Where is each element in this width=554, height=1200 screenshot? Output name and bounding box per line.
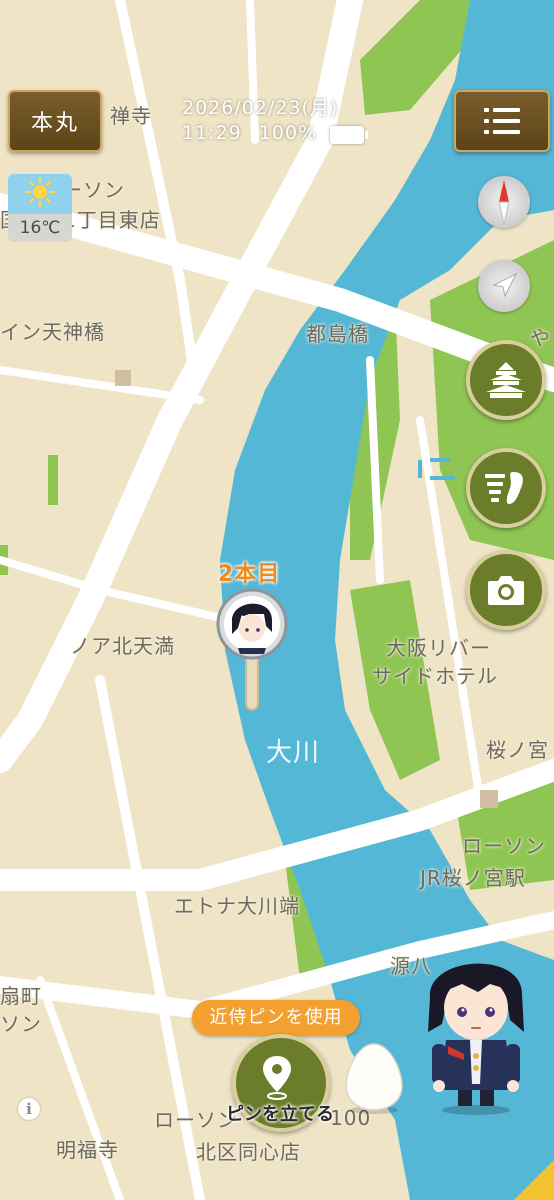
set-pin-label: ピンを立てる: [226, 1104, 334, 1125]
honmaru-button[interactable]: 本丸: [8, 90, 102, 152]
corner-arrow-icon[interactable]: [510, 1160, 554, 1200]
map-label: JR桜ノ宮駅: [420, 866, 526, 890]
status-date: 2026/02/23(月): [182, 97, 339, 119]
menu-button[interactable]: [454, 90, 550, 152]
map-label: 扇町: [0, 984, 42, 1008]
castle-button[interactable]: [466, 340, 546, 420]
scroll-button[interactable]: [466, 448, 546, 528]
scroll-icon: [485, 472, 523, 504]
kinji-character[interactable]: [418, 944, 534, 1116]
status-clock: 11:29: [182, 122, 242, 144]
egg-icon[interactable]: [342, 1040, 406, 1116]
map-label: 大阪リバー: [386, 636, 491, 660]
temperature-label: 16℃: [8, 214, 72, 242]
castle-icon: [486, 362, 526, 398]
info-icon[interactable]: i: [18, 1098, 40, 1120]
compass-button[interactable]: [478, 176, 530, 228]
map-label: エトナ大川端: [174, 894, 300, 918]
map-label: 明福寺: [56, 1138, 119, 1162]
use-kinji-pin-button[interactable]: 近侍ピンを使用: [192, 1000, 360, 1036]
map-label: ソン: [0, 1012, 42, 1036]
weather-sky: [8, 174, 72, 214]
camera-icon: [488, 576, 524, 605]
weather-widget[interactable]: 16℃: [8, 174, 72, 242]
building: [480, 790, 498, 808]
map-label: サイドホテル: [372, 664, 498, 688]
current-location-button[interactable]: [478, 260, 530, 312]
pin-label: 2本目: [218, 562, 281, 587]
map-label: 北区同心店: [196, 1140, 301, 1164]
character-pin[interactable]: [214, 586, 290, 716]
status-battery-percent: 100%: [258, 122, 318, 144]
sun-icon: [24, 176, 56, 208]
map-label: ノア北天満: [70, 634, 175, 658]
menu-list-icon: [484, 108, 520, 134]
map-label-river: 大川: [266, 738, 321, 768]
compass-icon: [498, 180, 510, 225]
status-time: 11:29 100%: [182, 122, 317, 144]
battery-icon: [330, 126, 368, 144]
building: [115, 370, 131, 386]
location-arrow-icon: [492, 272, 518, 298]
map-label: ローソン: [462, 834, 546, 858]
map-label: イン天神橋: [0, 320, 105, 344]
map-label: 桜ノ宮: [486, 738, 549, 762]
map-label: や: [530, 326, 551, 350]
camera-button[interactable]: [466, 550, 546, 630]
map-label: 禅寺: [110, 104, 152, 128]
map-label: 都島橋: [306, 322, 369, 346]
